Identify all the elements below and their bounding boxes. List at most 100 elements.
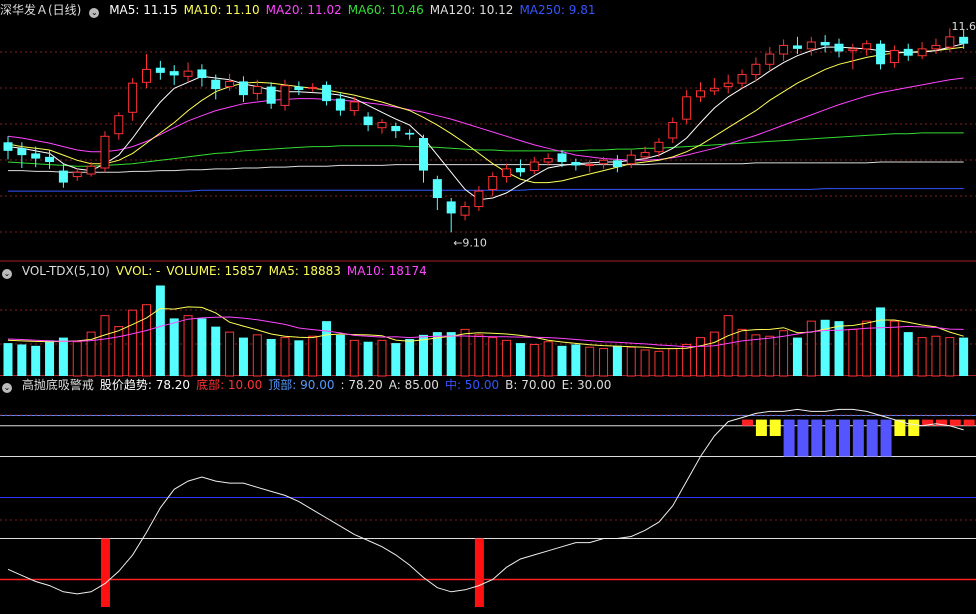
volume-bar-up [737, 328, 747, 377]
volume-ma-line-ma5 [7, 306, 964, 350]
candle-down [3, 142, 13, 151]
candle-up [543, 158, 553, 163]
volume-bar-up [709, 331, 719, 377]
indicator-value-3: 顶部: 90.00 [268, 378, 335, 392]
toggle-circle-icon[interactable]: ⌄ [2, 269, 12, 279]
volume-bar-down [571, 344, 581, 376]
indicator-value-4: : 78.20 [340, 378, 383, 392]
candle-up [696, 90, 705, 98]
stock-title: 深华发Ａ(日线) [0, 3, 82, 17]
volume-bar-down [876, 307, 886, 376]
volume-bar-up [114, 326, 124, 377]
volume-bar-up [488, 337, 498, 377]
volume-bar-up [308, 335, 318, 377]
price-indicator-3: MA60: 10.46 [347, 3, 424, 17]
volume-bar-down [557, 345, 567, 376]
candle-up [100, 135, 110, 169]
candle-down [197, 69, 207, 78]
price-indicator-0: MA5: 11.15 [109, 3, 178, 17]
candle-up [751, 63, 761, 76]
warning-bar-blue [880, 419, 892, 457]
candle-up [252, 86, 262, 94]
bottom-signal-bar [100, 538, 110, 607]
warning-bar-blue [852, 419, 864, 457]
candle-up [72, 171, 82, 178]
price-indicator-5: MA250: 9.81 [519, 3, 596, 17]
candle-up [599, 159, 609, 165]
volume-bar-up [751, 334, 761, 377]
volume-bar-up [502, 339, 512, 377]
volume-bar-up [889, 320, 899, 377]
candle-up [474, 190, 484, 208]
warning-bar-blue [825, 419, 837, 457]
ma-line-ma20 [7, 77, 964, 161]
volume-bar-down [197, 318, 207, 376]
candle-up [682, 96, 692, 120]
candle-down [266, 86, 276, 104]
volume-bar-up [779, 330, 789, 377]
ma-line-ma60 [7, 132, 964, 167]
volume-indicator-1: VVOL: - [115, 264, 161, 278]
volume-bar-down [31, 345, 41, 376]
candle-up [779, 44, 789, 55]
volume-ma-line-ma10 [7, 316, 964, 348]
indicator-value-7: B: 70.00 [505, 378, 556, 392]
candle-up [862, 43, 872, 50]
volume-bar-down [17, 344, 27, 376]
candle-down [294, 86, 304, 90]
candle-up [488, 176, 498, 190]
volume-bar-up [377, 339, 387, 377]
ma-line-ma10 [7, 46, 964, 184]
candle-up [765, 53, 775, 65]
volume-bar-up [696, 337, 705, 377]
volume-bar-down [959, 337, 969, 376]
volume-bar-up [100, 315, 110, 377]
candle-up [806, 41, 816, 50]
candle-down [391, 126, 401, 132]
candle-down [515, 168, 525, 173]
volume-bar-down [834, 321, 844, 376]
volume-bar-down [322, 321, 332, 376]
warning-bar-yellow [908, 419, 920, 436]
indicator-value-2: 底部: 10.00 [196, 378, 263, 392]
candle-up [945, 36, 955, 48]
volume-bar-down [515, 343, 525, 376]
price-panel-header: 深华发Ａ(日线) ⌄ MA5: 11.15 MA10: 11.10 MA20: 11.… [0, 2, 608, 18]
price-low-label: ←9.10 [453, 236, 487, 249]
volume-bar-down [3, 343, 13, 376]
volume-panel-header: ⌄ VOL-TDX(5,10) VVOL: - VOLUME: 15857 MA5: … [0, 263, 439, 279]
volume-bar-up [654, 350, 664, 377]
volume-bar-up [682, 343, 692, 377]
volume-bar-up [128, 309, 138, 377]
candle-down [876, 43, 886, 65]
candle-up [889, 50, 899, 64]
volume-bar-up [474, 334, 484, 377]
volume-bar-up [225, 331, 235, 377]
candle-up [280, 85, 290, 106]
candle-down [211, 79, 221, 90]
indicator-value-6: 中: 50.00 [444, 378, 500, 392]
volume-bar-down [792, 337, 802, 376]
warning-bar-yellow [769, 419, 781, 436]
volume-bar-up [640, 349, 650, 377]
warning-bar-blue [811, 419, 823, 457]
candle-up [308, 86, 318, 89]
volume-bar-up [765, 335, 775, 377]
candle-down [834, 43, 844, 52]
candle-up [377, 122, 387, 129]
candle-up [723, 82, 733, 88]
price-high-label: 11.6 [951, 20, 976, 33]
toggle-circle-icon[interactable]: ⌄ [89, 8, 100, 18]
price-indicator-2: MA20: 11.02 [265, 3, 342, 17]
indicator-value-5: A: 85.00 [388, 378, 439, 392]
volume-bar-up [280, 337, 290, 377]
toggle-circle-icon[interactable]: ⌄ [2, 383, 12, 393]
bottom-signal-bar [474, 538, 484, 607]
volume-bar-down [155, 285, 165, 376]
volume-bar-up [945, 337, 955, 377]
volume-bar-up [931, 335, 941, 377]
candle-down [322, 84, 332, 102]
candle-down [903, 48, 913, 56]
indicator-value-8: E: 30.00 [561, 378, 612, 392]
candle-down [31, 153, 41, 159]
